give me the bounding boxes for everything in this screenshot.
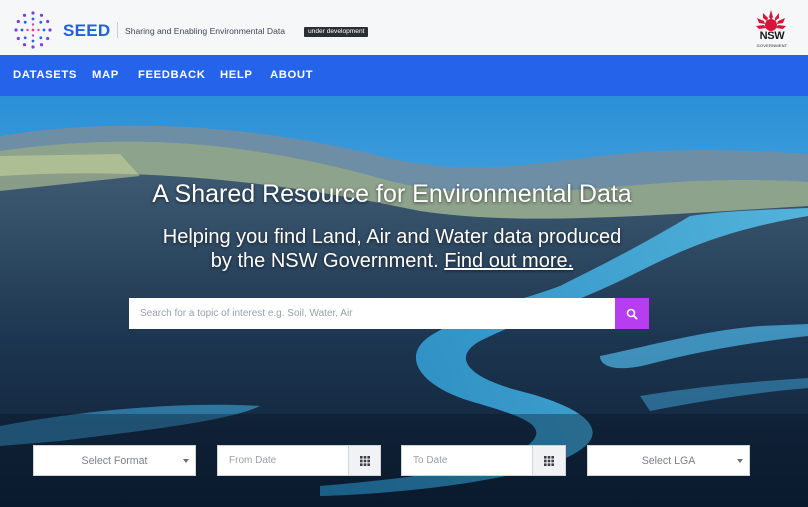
hero-subtitle-line1: Helping you find Land, Air and Water dat… bbox=[162, 226, 622, 248]
nav-about[interactable]: ABOUT bbox=[270, 69, 313, 81]
to-date-calendar-button[interactable] bbox=[532, 446, 565, 475]
nsw-logo-text: NSW bbox=[759, 30, 785, 42]
chevron-down-icon bbox=[183, 459, 189, 463]
search-button[interactable] bbox=[615, 298, 649, 329]
calendar-grid-icon bbox=[544, 455, 554, 466]
site-tagline: Sharing and Enabling Environmental Data bbox=[125, 26, 286, 36]
search-input[interactable] bbox=[129, 298, 615, 329]
from-date-field bbox=[217, 445, 381, 476]
hero-subtitle-line2-text: by the NSW Government. bbox=[210, 250, 439, 272]
nav-feedback[interactable]: FEEDBACK bbox=[138, 69, 206, 81]
status-badge: under development bbox=[304, 27, 369, 37]
seed-logo-icon[interactable] bbox=[13, 10, 53, 50]
site-header: SEED Sharing and Enabling Environmental … bbox=[0, 0, 808, 55]
find-out-more-link[interactable]: Find out more. bbox=[444, 250, 573, 272]
main-nav: DATASETS MAP FEEDBACK HELP ABOUT bbox=[0, 55, 808, 96]
format-select[interactable]: Select Format bbox=[33, 445, 196, 476]
search-icon bbox=[626, 308, 638, 320]
from-date-input[interactable] bbox=[218, 446, 348, 475]
chevron-down-icon bbox=[737, 459, 743, 463]
lga-select-label: Select LGA bbox=[641, 454, 696, 467]
lga-select[interactable]: Select LGA bbox=[587, 445, 750, 476]
calendar-grid-icon bbox=[359, 455, 370, 466]
nav-help[interactable]: HELP bbox=[220, 69, 253, 81]
brand-name[interactable]: SEED bbox=[63, 21, 111, 41]
from-date-calendar-button[interactable] bbox=[348, 446, 380, 475]
nav-map[interactable]: MAP bbox=[92, 69, 119, 81]
format-select-label: Select Format bbox=[81, 454, 148, 467]
to-date-input[interactable] bbox=[402, 446, 532, 475]
hero-subtitle-line2: by the NSW Government. Find out more. bbox=[0, 249, 784, 273]
nav-datasets[interactable]: DATASETS bbox=[13, 69, 77, 81]
to-date-field bbox=[401, 445, 566, 476]
hero-title: A Shared Resource for Environmental Data bbox=[152, 180, 632, 208]
nsw-logo-subtext: GOVERNMENT bbox=[756, 43, 788, 48]
hero-section: A Shared Resource for Environmental Data… bbox=[0, 96, 808, 507]
hero-subtitle: Helping you find Land, Air and Water dat… bbox=[0, 225, 784, 273]
header-divider bbox=[117, 22, 118, 38]
